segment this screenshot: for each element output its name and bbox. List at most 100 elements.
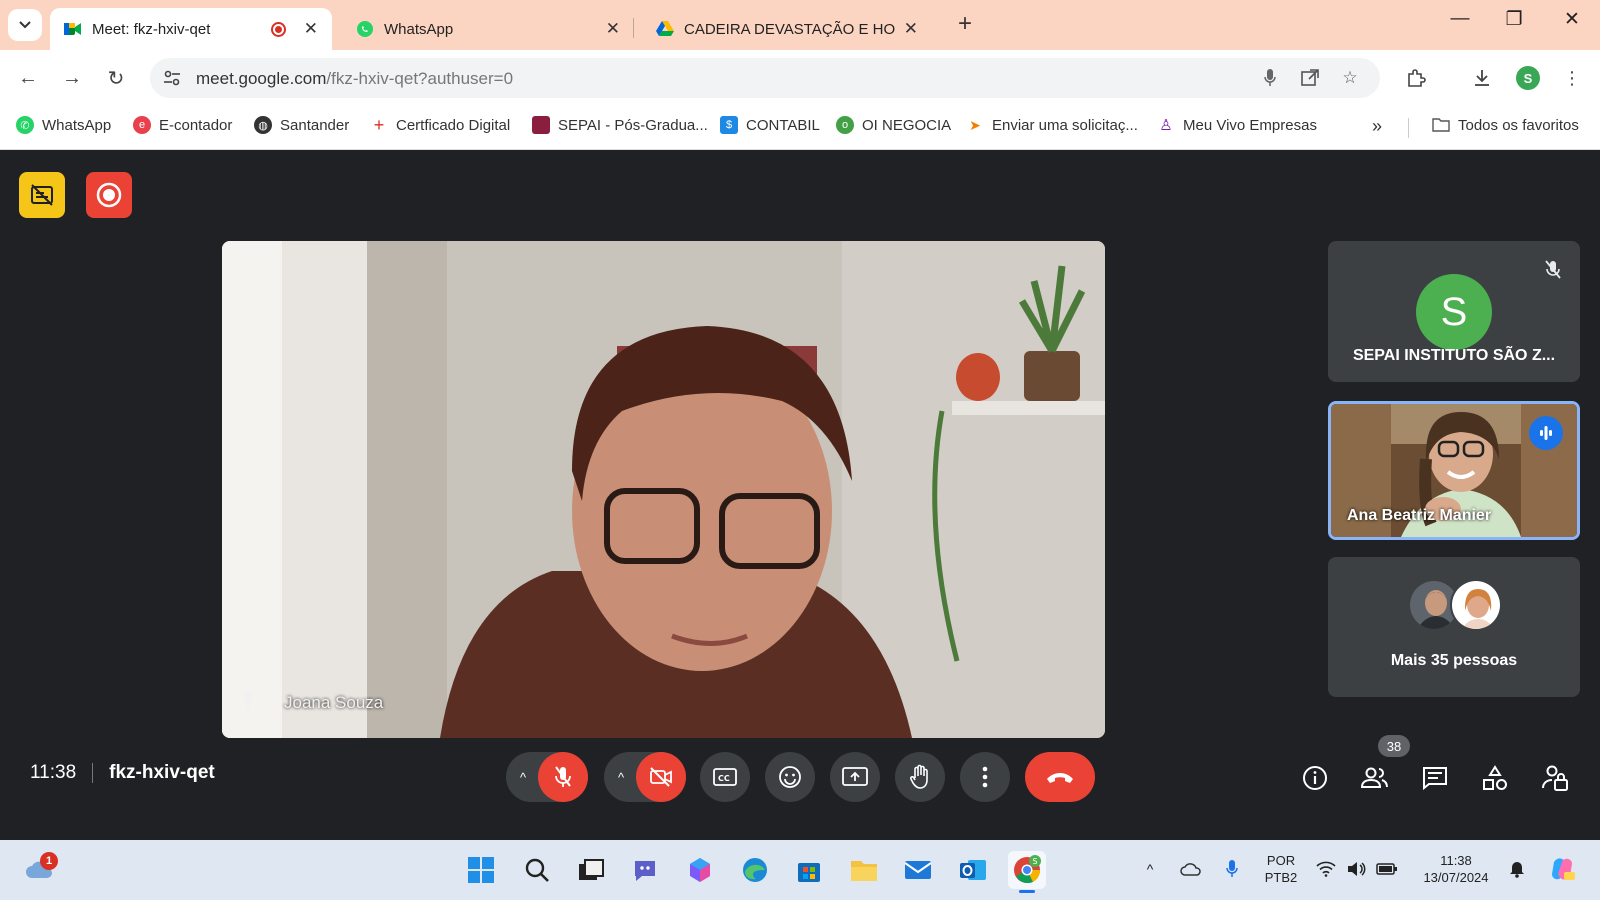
audio-options-button[interactable]: ^	[512, 766, 534, 788]
task-view-button[interactable]	[572, 851, 610, 889]
bookmark-whatsapp[interactable]: ✆ WhatsApp	[16, 116, 111, 134]
close-icon[interactable]: ✕	[304, 19, 318, 39]
recording-indicator[interactable]	[86, 172, 132, 218]
volume-icon[interactable]	[1344, 854, 1368, 884]
raise-hand-button[interactable]	[895, 752, 945, 802]
new-tab-button[interactable]: +	[950, 10, 980, 38]
wifi-icon[interactable]	[1314, 854, 1338, 884]
windows-logo-icon	[468, 857, 494, 883]
onedrive-icon[interactable]	[1178, 854, 1204, 884]
leave-call-button[interactable]	[1025, 752, 1095, 802]
activities-button[interactable]	[1475, 758, 1515, 798]
close-icon[interactable]: ✕	[606, 19, 620, 39]
start-button[interactable]	[462, 851, 500, 889]
participant-tile-sepai[interactable]: S SEPAI INSTITUTO SÃO Z...	[1328, 241, 1580, 382]
mic-toggle-button[interactable]	[538, 752, 588, 802]
microsoft-store-app[interactable]	[790, 851, 828, 889]
clock-time: 11:38	[1440, 853, 1472, 868]
outlook-app[interactable]	[954, 851, 992, 889]
extensions-icon[interactable]	[1402, 64, 1430, 92]
store-icon	[798, 863, 820, 882]
bookmark-oi-negocia[interactable]: o OI NEGOCIA	[836, 116, 951, 134]
closed-captions-icon: CC	[713, 768, 737, 786]
bookmarks-overflow-button[interactable]: »	[1372, 116, 1382, 137]
hand-icon	[910, 764, 928, 789]
bookmark-e-contador[interactable]: e E-contador	[133, 116, 232, 134]
battery-icon[interactable]	[1374, 854, 1400, 884]
bookmark-sepai[interactable]: SEPAI - Pós-Gradua...	[532, 116, 708, 134]
host-controls-button[interactable]	[1535, 758, 1575, 798]
chrome-app[interactable]: S	[1008, 851, 1046, 893]
more-vertical-icon[interactable]: ⋮	[1558, 64, 1586, 92]
url-text[interactable]: meet.google.com/fkz-hxiv-qet?authuser=0	[196, 69, 513, 89]
system-clock[interactable]: 11:38 13/07/2024	[1414, 852, 1498, 886]
mail-icon	[904, 861, 932, 879]
restore-button[interactable]: ❐	[1494, 8, 1534, 31]
participant-name: SEPAI INSTITUTO SÃO Z...	[1352, 347, 1556, 364]
all-bookmarks-button[interactable]: Todos os favoritos	[1432, 116, 1579, 134]
microphone-icon[interactable]	[1258, 66, 1282, 90]
bookmark-label: E-contador	[159, 116, 233, 134]
search-button[interactable]	[518, 851, 556, 889]
people-button[interactable]	[1355, 758, 1395, 798]
forward-button[interactable]: →	[56, 62, 88, 94]
task-view-icon	[579, 859, 604, 880]
record-icon	[96, 182, 122, 208]
tab-meet[interactable]: Meet: fkz-hxiv-qet ✕	[50, 8, 332, 50]
reload-button[interactable]: ↻	[100, 62, 132, 94]
bookmark-enviar[interactable]: ➤ Enviar uma solicitaç...	[966, 116, 1138, 134]
url-host: meet.google.com	[196, 69, 327, 88]
captions-off-indicator[interactable]	[19, 172, 65, 218]
video-options-button[interactable]: ^	[610, 766, 632, 788]
minimize-button[interactable]: —	[1440, 8, 1480, 30]
download-icon[interactable]	[1468, 64, 1496, 92]
chat-button[interactable]	[1415, 758, 1455, 798]
back-button[interactable]: ←	[12, 62, 44, 94]
language-code: POR	[1266, 853, 1296, 868]
teams-chat-app[interactable]	[627, 851, 665, 889]
copilot-tray-icon[interactable]	[1546, 854, 1578, 884]
address-bar[interactable]: meet.google.com/fkz-hxiv-qet?authuser=0 …	[150, 58, 1380, 98]
site-settings-icon[interactable]	[160, 66, 184, 90]
show-hidden-icons-button[interactable]: ^	[1140, 854, 1160, 884]
captions-button[interactable]: CC	[700, 752, 750, 802]
bookmark-certificado[interactable]: + Certficado Digital	[370, 115, 510, 135]
notifications-icon[interactable]	[1506, 854, 1528, 884]
copilot-icon	[690, 858, 710, 882]
bookmark-contabil[interactable]: $ CONTABIL	[720, 116, 820, 134]
bookmark-vivo[interactable]: ♙ Meu Vivo Empresas	[1157, 116, 1317, 135]
mail-app[interactable]	[899, 851, 937, 889]
meeting-info-button[interactable]	[1295, 758, 1335, 798]
chrome-profile-badge: S	[1033, 857, 1038, 866]
more-participants-tile[interactable]: Mais 35 pessoas	[1328, 557, 1580, 697]
tab-drive[interactable]: CADEIRA DEVASTAÇÃO E HORF ✕	[642, 8, 932, 50]
microphone-control-group: ^	[506, 752, 588, 802]
open-external-icon[interactable]	[1298, 66, 1322, 90]
language-indicator[interactable]: POR PTB2	[1261, 852, 1301, 886]
tab-search-button[interactable]	[8, 9, 42, 41]
bookmark-santander[interactable]: ◍ Santander	[254, 116, 349, 134]
copilot-app[interactable]	[681, 851, 719, 889]
more-options-button[interactable]	[960, 752, 1010, 802]
main-video-tile[interactable]: Joana Souza	[222, 241, 1105, 738]
close-icon[interactable]: ✕	[904, 19, 918, 39]
chat-icon	[1423, 767, 1447, 790]
lock-person-icon	[1542, 765, 1568, 791]
file-explorer-app[interactable]	[845, 851, 883, 889]
close-window-button[interactable]: ✕	[1552, 8, 1592, 31]
profile-avatar[interactable]: S	[1516, 66, 1540, 90]
participant-tile-ana[interactable]: Ana Beatriz Manier	[1328, 401, 1580, 540]
meeting-details: 11:38 fkz-hxiv-qet	[30, 762, 215, 784]
send-icon: ➤	[969, 116, 981, 133]
microphone-tray-icon[interactable]	[1222, 854, 1242, 884]
camera-toggle-button[interactable]	[636, 752, 686, 802]
google-drive-icon	[656, 20, 674, 38]
hang-up-icon	[1047, 773, 1073, 783]
edge-app[interactable]	[736, 851, 774, 889]
reactions-button[interactable]	[765, 752, 815, 802]
bookmark-star-icon[interactable]: ☆	[1338, 66, 1362, 90]
present-screen-button[interactable]	[830, 752, 880, 802]
tab-whatsapp[interactable]: WhatsApp ✕	[342, 8, 634, 50]
info-icon	[1303, 766, 1327, 790]
pin-icon[interactable]	[238, 689, 258, 713]
